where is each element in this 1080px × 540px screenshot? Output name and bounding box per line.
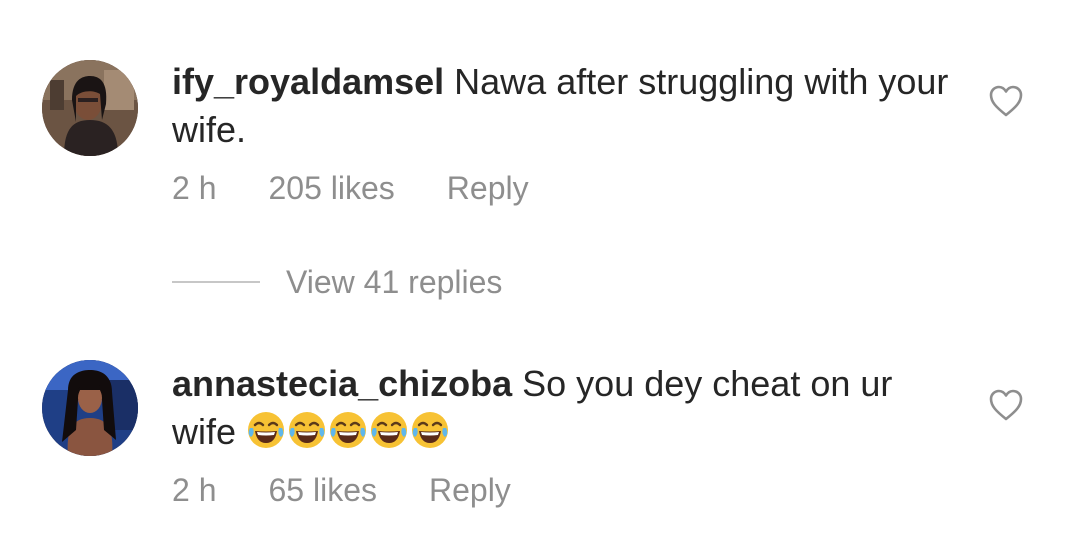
tears-of-joy-emoji-icon <box>328 410 368 450</box>
tears-of-joy-emoji-icon <box>246 410 286 450</box>
avatar-ify-royaldamsel[interactable] <box>42 60 138 156</box>
view-replies-button[interactable]: View 41 replies <box>172 262 502 302</box>
view-replies-label: View 41 replies <box>286 264 503 300</box>
comment-meta: 2 h 205 likes Reply <box>172 168 529 208</box>
likes-count[interactable]: 205 likes <box>268 168 394 208</box>
username-link[interactable]: ify_royaldamsel <box>172 61 444 102</box>
comment-text: ify_royaldamsel Nawa after struggling wi… <box>172 58 952 154</box>
emoji-group <box>246 411 451 452</box>
profile-photo-icon <box>42 60 138 156</box>
heart-outline-icon <box>989 389 1023 421</box>
like-button[interactable] <box>988 388 1024 422</box>
likes-count[interactable]: 65 likes <box>268 470 377 510</box>
reply-button[interactable]: Reply <box>447 168 529 208</box>
comment-meta: 2 h 65 likes Reply <box>172 470 511 510</box>
replies-divider <box>172 281 260 283</box>
username-link[interactable]: annastecia_chizoba <box>172 363 512 404</box>
tears-of-joy-emoji-icon <box>369 410 409 450</box>
profile-photo-icon <box>42 360 138 456</box>
comment-time: 2 h <box>172 472 217 508</box>
comment-text: annastecia_chizoba So you dey cheat on u… <box>172 360 952 456</box>
reply-button[interactable]: Reply <box>429 470 511 510</box>
avatar-annastecia-chizoba[interactable] <box>42 360 138 456</box>
tears-of-joy-emoji-icon <box>410 410 450 450</box>
heart-outline-icon <box>989 85 1023 117</box>
like-button[interactable] <box>988 84 1024 118</box>
tears-of-joy-emoji-icon <box>287 410 327 450</box>
comment-time: 2 h <box>172 170 217 206</box>
